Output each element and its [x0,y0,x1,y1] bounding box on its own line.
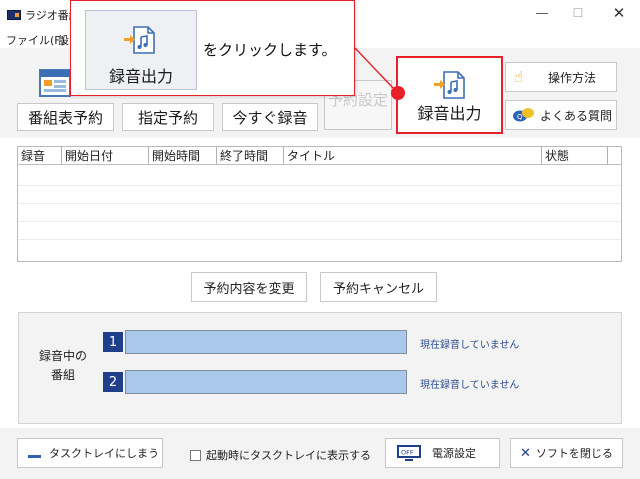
close-software-label: ソフトを閉じる [535,447,613,460]
channel-1-status: 現在録音していません [420,340,520,351]
chat-bubble-icon: Q [512,107,536,123]
power-settings-button[interactable]: OFF 電源設定 [385,438,500,468]
app-icon [7,10,21,20]
music-file-icon [434,71,465,99]
recording-label: 録音中の 番組 [35,347,91,385]
reservation-table[interactable]: 録音 開始日付 開始時間 終了時間 タイトル 状態 [17,146,622,262]
minimize-icon [28,454,41,458]
callout-marker-dot [391,86,405,100]
col-title[interactable]: タイトル [284,147,542,165]
close-icon: ✕ [520,445,531,461]
row-separator [18,185,621,186]
channel-1-number: 1 [103,332,123,352]
callout-box: 録音出力 をクリックします。 [70,0,355,96]
svg-text:Q: Q [517,113,523,121]
channel-2-status: 現在録音していません [420,380,520,391]
close-window-button[interactable]: ✕ [604,4,634,22]
faq-button[interactable]: Q よくある質問 [505,100,617,130]
record-output-button[interactable]: 録音出力 [396,56,503,134]
maximize-button[interactable]: ☐ [563,6,593,20]
help-button[interactable]: ☝ 操作方法 [505,62,617,92]
recording-panel: 録音中の 番組 1 現在録音していません 2 現在録音していません [18,312,622,424]
recording-label-line1: 録音中の [38,349,87,363]
startup-tray-label: 起動時にタスクトレイに表示する [206,449,371,462]
row-separator [18,203,621,204]
table-header: 録音 開始日付 開始時間 終了時間 タイトル 状態 [18,147,621,165]
col-record[interactable]: 録音 [18,147,62,165]
callout-button-label: 録音出力 [108,67,173,86]
faq-label: よくある質問 [540,108,613,123]
power-settings-label: 電源設定 [432,447,476,460]
tray-button[interactable]: タスクトレイにしまう [17,438,163,468]
startup-tray-option[interactable]: 起動時にタスクトレイに表示する [190,447,371,463]
cancel-reservation-button[interactable]: 予約キャンセル [320,272,437,302]
change-reservation-button[interactable]: 予約内容を変更 [191,272,307,302]
startup-tray-checkbox[interactable] [190,449,201,461]
callout-record-output-button: 録音出力 [85,10,197,90]
col-start-time[interactable]: 開始時間 [149,147,217,165]
monitor-off-text: OFF [401,449,414,457]
menu-settings[interactable]: 設 [58,32,69,48]
help-label: 操作方法 [548,70,597,85]
row-separator [18,239,621,240]
record-now-button[interactable]: 今すぐ録音 [222,103,318,131]
monitor-off-icon: OFF [396,444,422,462]
tray-label: タスクトレイにしまう [49,447,159,460]
channel-2-bar [125,370,407,394]
close-software-button[interactable]: ✕ ソフトを閉じる [510,438,623,468]
music-file-icon [124,26,155,54]
record-output-label: 録音出力 [417,104,482,123]
specify-reserve-button[interactable]: 指定予約 [122,103,214,131]
menu-file[interactable]: ファイル(F) [6,32,65,48]
col-start-date[interactable]: 開始日付 [62,147,149,165]
schedule-reserve-button[interactable]: 番組表予約 [17,103,114,131]
channel-1-bar [125,330,407,354]
recording-label-line2: 番組 [50,368,75,382]
pointer-hand-icon: ☝ [514,68,524,86]
minimize-button[interactable]: — [527,6,557,21]
channel-2-number: 2 [103,372,123,392]
col-end-time[interactable]: 終了時間 [217,147,284,165]
callout-instruction: をクリックします。 [203,41,337,59]
col-status[interactable]: 状態 [542,147,608,165]
row-separator [18,221,621,222]
